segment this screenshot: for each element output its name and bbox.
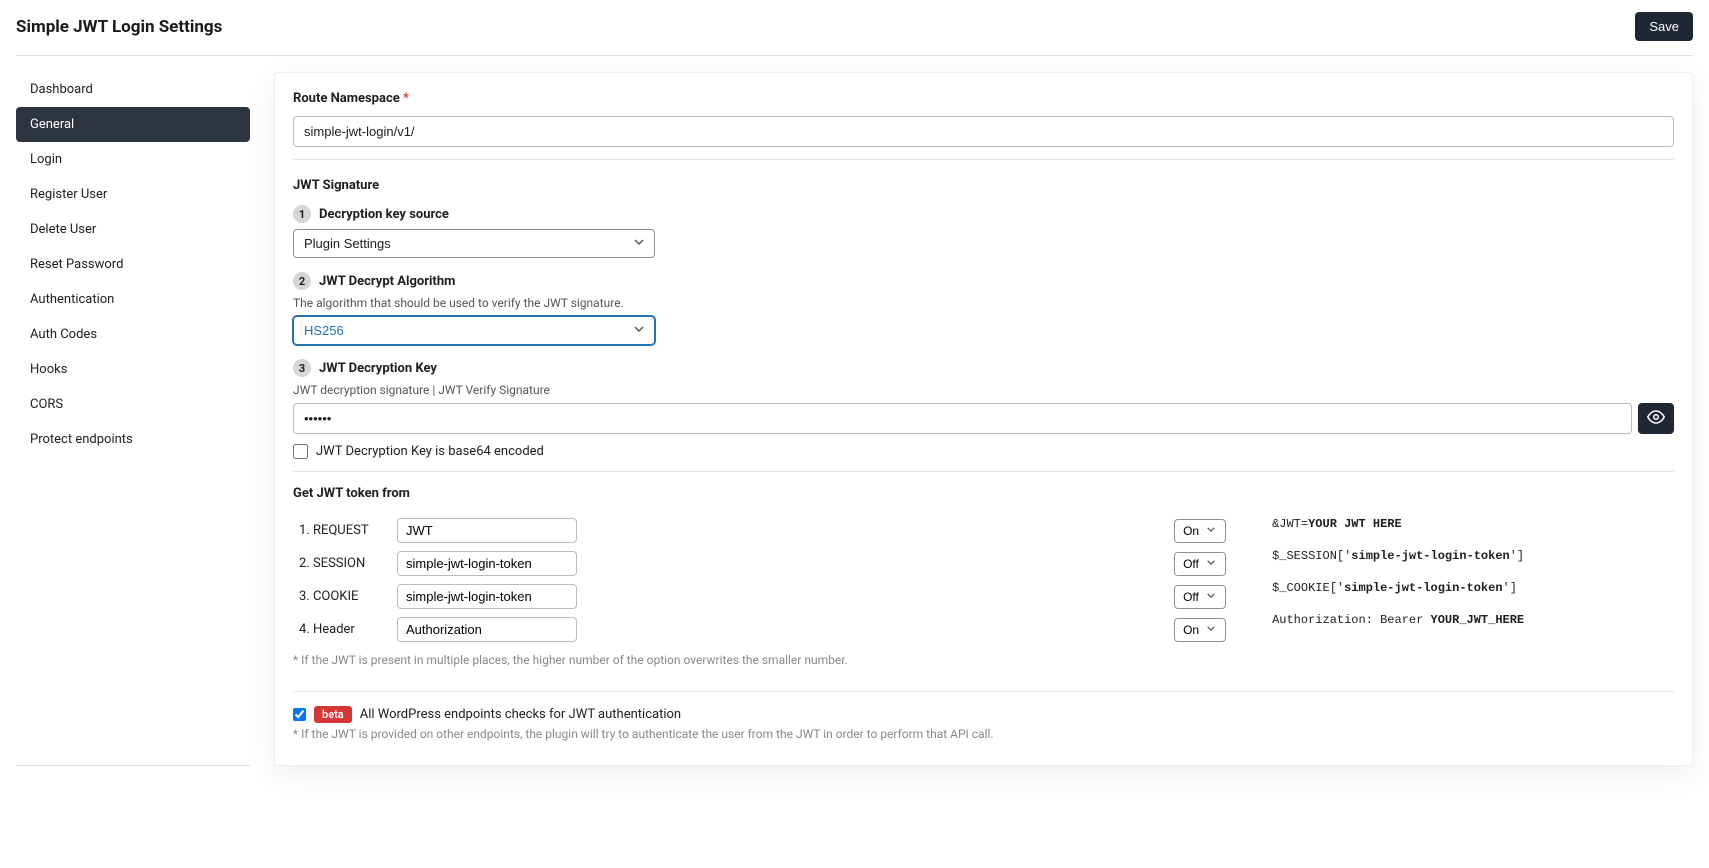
get-token-heading: Get JWT token from [293,486,1674,501]
sidebar-item-protect-endpoints[interactable]: Protect endpoints [16,422,250,457]
base64-checkbox[interactable] [293,444,308,459]
preview-cookie-bold: simple-jwt-login-token [1344,581,1502,595]
beta-helper: * If the JWT is provided on other endpoi… [293,727,1674,741]
sidebar-item-dashboard[interactable]: Dashboard [16,72,250,107]
token-header-state[interactable]: On [1174,618,1226,642]
sidebar-item-auth-codes[interactable]: Auth Codes [16,317,250,352]
required-star: * [403,91,409,106]
step3-helper: JWT decryption signature | JWT Verify Si… [293,383,1674,397]
sidebar: Dashboard General Login Register User De… [16,72,250,766]
step1-title: Decryption key source [319,207,449,222]
step1-badge: 1 [293,205,311,223]
token-row-label: 3. COOKIE [295,581,391,612]
beta-checkbox[interactable] [293,708,306,721]
token-row-cookie: 3. COOKIE Off [295,581,1230,612]
token-row-label: 1. REQUEST [295,515,391,546]
toggle-visibility-button[interactable] [1638,403,1674,434]
preview-request-bold: YOUR JWT HERE [1308,517,1402,531]
decryption-key-source-select[interactable]: Plugin Settings [293,229,655,258]
sidebar-item-hooks[interactable]: Hooks [16,352,250,387]
token-row-header: 4. Header On [295,614,1230,645]
preview-request-prefix: &JWT= [1272,517,1308,531]
token-request-input[interactable] [397,518,577,543]
sidebar-item-authentication[interactable]: Authentication [16,282,250,317]
route-namespace-input[interactable] [293,116,1674,147]
token-request-state[interactable]: On [1174,519,1226,543]
token-row-label: 4. Header [295,614,391,645]
token-cookie-input[interactable] [397,584,577,609]
step2-badge: 2 [293,272,311,290]
sidebar-item-login[interactable]: Login [16,142,250,177]
jwt-signature-heading: JWT Signature [293,178,1674,193]
route-namespace-label: Route Namespace [293,91,400,106]
step3-badge: 3 [293,359,311,377]
page-title: Simple JWT Login Settings [16,17,222,37]
beta-badge: beta [314,706,352,723]
preview-session-bold: simple-jwt-login-token [1351,549,1509,563]
save-button[interactable]: Save [1635,12,1693,41]
token-session-input[interactable] [397,551,577,576]
sidebar-item-register-user[interactable]: Register User [16,177,250,212]
token-row-request: 1. REQUEST On [295,515,1230,546]
preview-cookie-suffix: '] [1503,581,1517,595]
preview-session-prefix: $_SESSION[' [1272,549,1351,563]
eye-icon [1647,408,1665,429]
token-row-label: 2. SESSION [295,548,391,579]
sidebar-item-reset-password[interactable]: Reset Password [16,247,250,282]
preview-cookie-prefix: $_COOKIE[' [1272,581,1344,595]
main-panel: Route Namespace * JWT Signature 1 Decryp… [274,72,1693,766]
token-cookie-state[interactable]: Off [1174,585,1226,609]
sidebar-item-cors[interactable]: CORS [16,387,250,422]
step3-title: JWT Decryption Key [319,361,437,376]
jwt-algorithm-select[interactable]: HS256 [293,316,655,345]
sidebar-item-general[interactable]: General [16,107,250,142]
base64-checkbox-label: JWT Decryption Key is base64 encoded [316,444,544,459]
preview-session-suffix: '] [1510,549,1524,563]
step2-helper: The algorithm that should be used to ver… [293,296,1674,310]
beta-label: All WordPress endpoints checks for JWT a… [360,707,681,722]
preview-header-prefix: Authorization: Bearer [1272,613,1430,627]
step2-title: JWT Decrypt Algorithm [319,274,455,289]
sidebar-item-delete-user[interactable]: Delete User [16,212,250,247]
token-session-state[interactable]: Off [1174,552,1226,576]
preview-header-bold: YOUR_JWT_HERE [1431,613,1525,627]
token-header-input[interactable] [397,617,577,642]
token-note: * If the JWT is present in multiple plac… [293,653,1232,667]
jwt-decryption-key-input[interactable] [293,403,1632,434]
token-row-session: 2. SESSION Off [295,548,1230,579]
